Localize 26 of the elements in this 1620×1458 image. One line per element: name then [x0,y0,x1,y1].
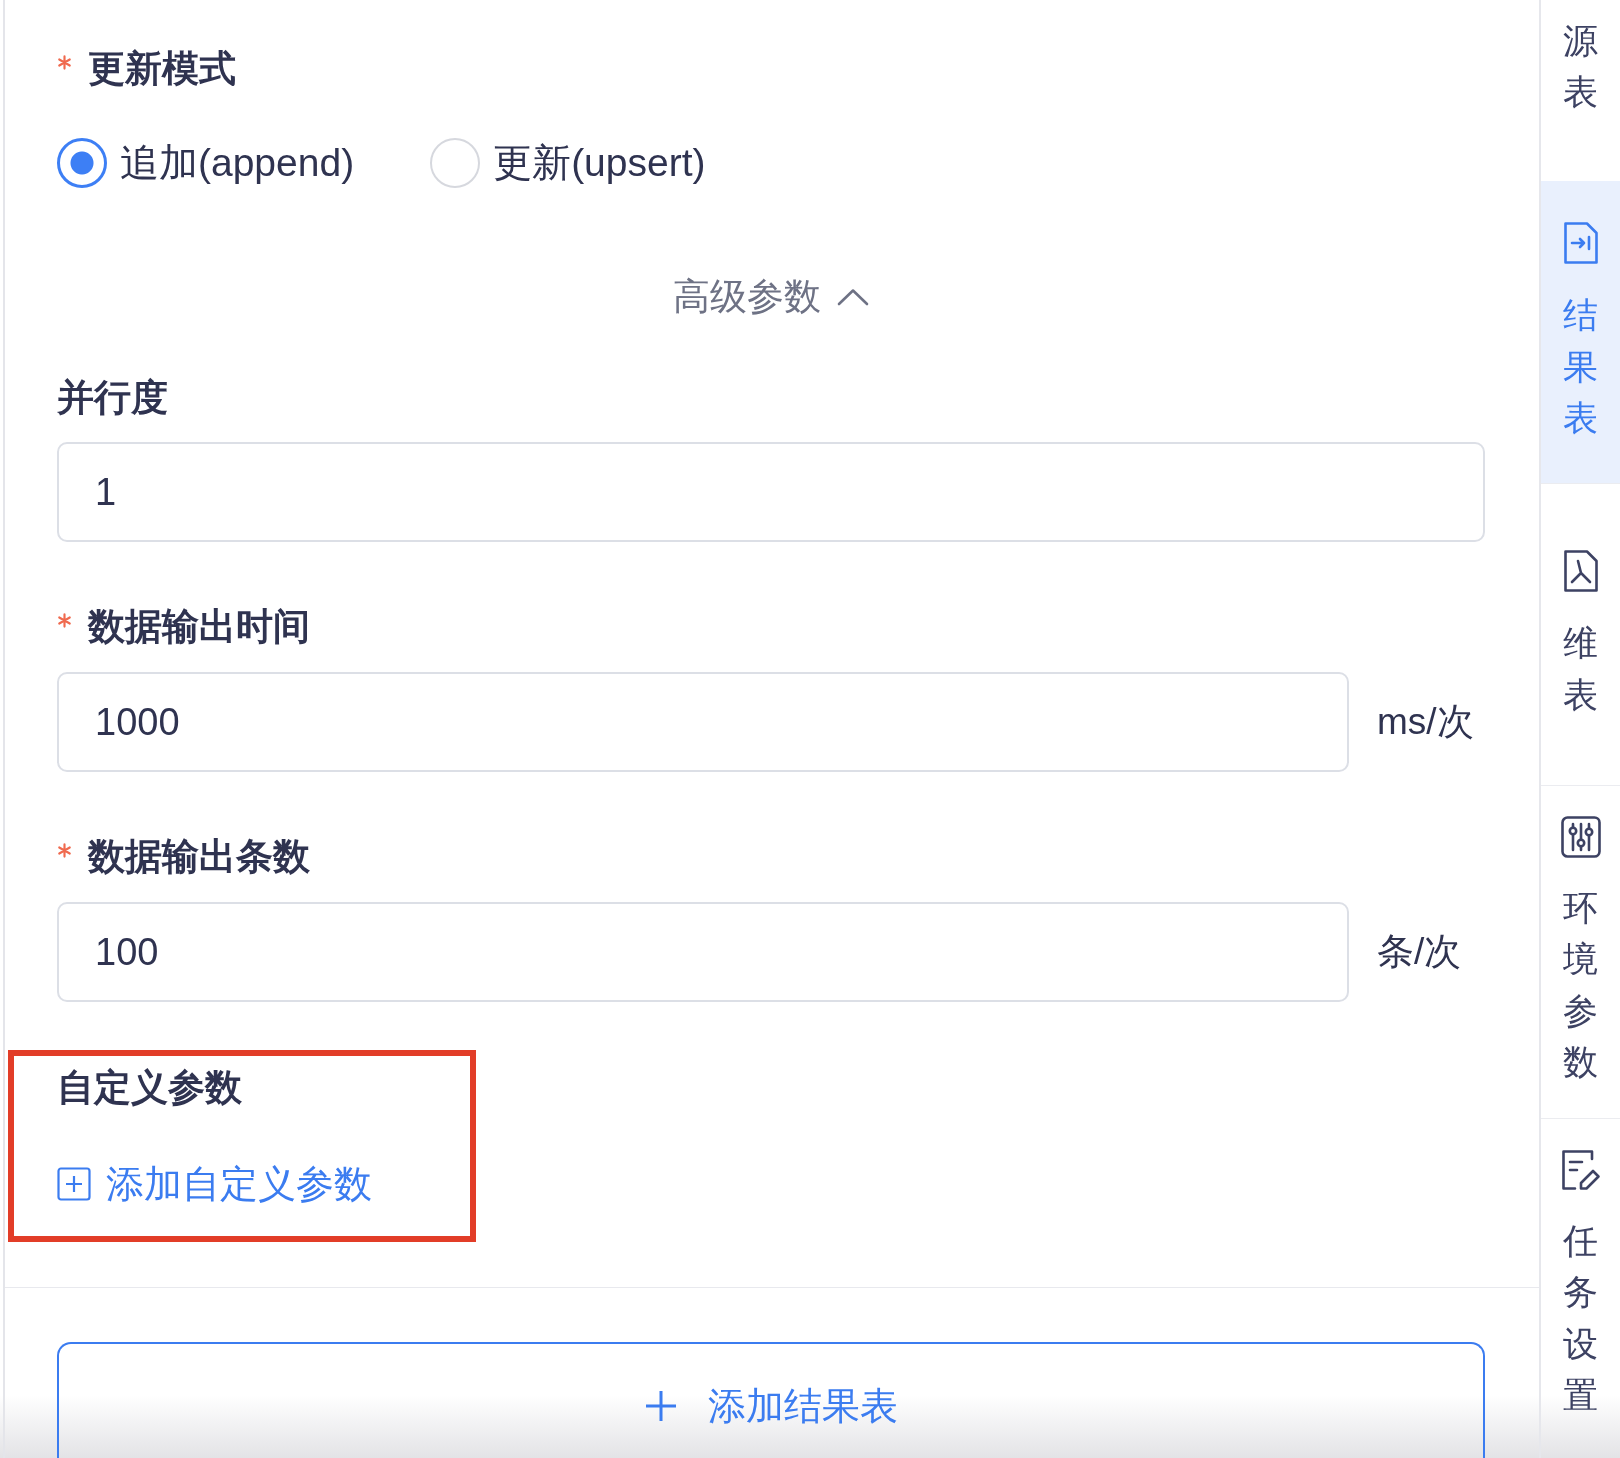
field-label: 并行度 [57,376,168,420]
field-label: 数据输出条数 [88,835,310,879]
sliders-icon [1560,816,1601,858]
unit-label: 条/次 [1377,930,1463,974]
document-branch-icon [1562,549,1599,594]
add-result-table-button[interactable]: 添加结果表 [57,1342,1485,1458]
input-field[interactable]: 1000 [57,672,1349,772]
sidebar-tab[interactable]: 环境参数 [1541,785,1620,1118]
advanced-toggle[interactable]: 高级参数 [673,272,869,322]
radio-label[interactable]: 更新(upsert) [493,138,706,188]
plus-square-icon [57,1167,91,1201]
document-pencil-icon [1560,1148,1601,1191]
field-label: 更新模式 [88,47,236,91]
sidebar-tab[interactable]: 维表 [1541,483,1620,785]
sidebar-tab[interactable]: 任务设置 [1541,1117,1620,1451]
document-arrow-icon [1562,221,1599,266]
section-label: 自定义参数 [57,1066,242,1110]
radio-button[interactable] [57,138,107,188]
add-param-link[interactable]: 添加自定义参数 [57,1162,372,1206]
plus-icon [644,1390,677,1422]
input-field[interactable]: 100 [57,902,1349,1002]
radio-label[interactable]: 追加(append) [120,138,355,188]
field-label: 数据输出时间 [88,605,310,649]
input-field[interactable]: 1 [57,442,1485,542]
sidebar-tab[interactable]: 源表 [1541,0,1620,181]
unit-label: ms/次 [1377,700,1475,744]
